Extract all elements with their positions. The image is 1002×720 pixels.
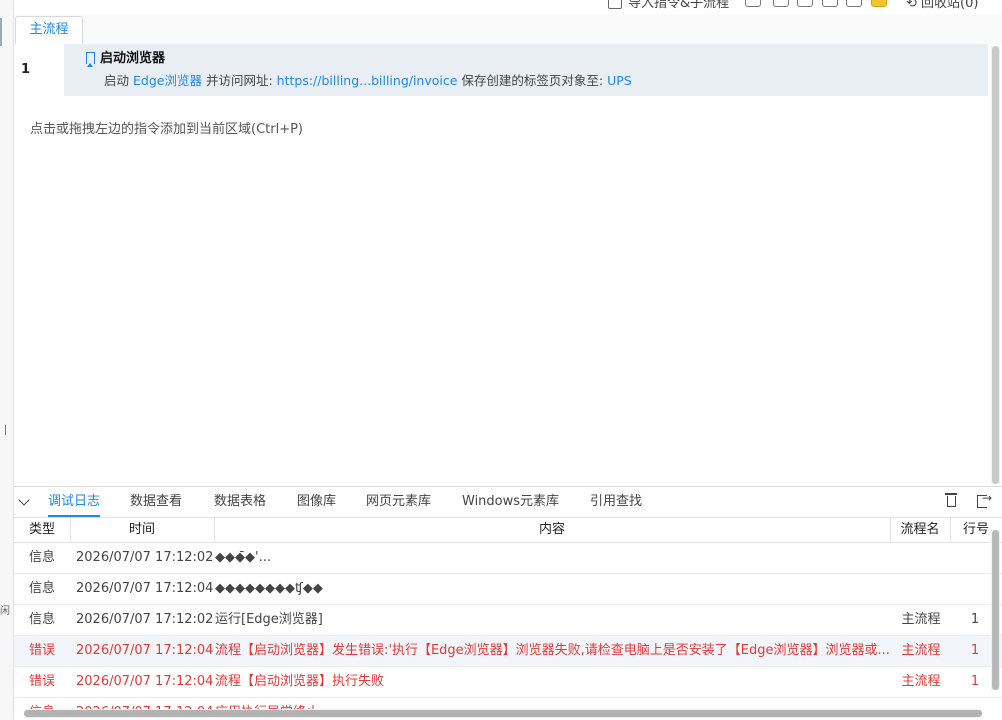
top-toolbar: 导入指令&子流程 ⟲ 回收站(0) xyxy=(14,0,1002,11)
table-row[interactable]: 错误 2026/07/07 17:12:04 流程【启动浏览器】发生错误:'执行… xyxy=(14,636,1002,667)
recycle-icon: ⟲ xyxy=(906,0,922,11)
cell-line: 1 xyxy=(970,612,980,627)
trash-icon[interactable] xyxy=(945,493,957,507)
workflow-scroll-thumb[interactable] xyxy=(992,46,999,484)
import-label: 导入指令&子流程 xyxy=(628,0,730,11)
cell-type: 信息 xyxy=(28,550,55,565)
cell-time: 2026/07/07 17:12:04 xyxy=(76,643,214,658)
tab-reference-search[interactable]: 引用查找 xyxy=(590,487,642,517)
layout-icon[interactable] xyxy=(822,0,838,7)
left-rail: 闲 xyxy=(0,0,14,720)
import-icon xyxy=(608,0,622,9)
variable-param[interactable]: UPS xyxy=(607,73,632,88)
log-vertical-scrollbar[interactable] xyxy=(991,530,1000,690)
cell-content: 流程【启动浏览器】执行失败 xyxy=(215,674,385,689)
desc-mid: 并访问网址: xyxy=(205,73,273,88)
rail-indicator xyxy=(0,18,2,46)
export-icon[interactable] xyxy=(977,491,992,508)
log-vertical-thumb[interactable] xyxy=(992,530,999,690)
log-horizontal-thumb[interactable] xyxy=(24,710,982,717)
cell-time: 2026/07/07 17:12:02 xyxy=(76,550,214,565)
col-type[interactable]: 类型 xyxy=(14,518,71,542)
col-content[interactable]: 内容 xyxy=(214,518,891,542)
settings-icon[interactable] xyxy=(846,0,862,7)
bookmark-icon[interactable] xyxy=(86,52,95,67)
tab-data-table[interactable]: 数据表格 xyxy=(214,487,266,517)
cell-time: 2026/07/07 17:12:04 xyxy=(76,674,214,689)
cell-flow: 主流程 xyxy=(901,612,941,627)
step-title-text: 启动浏览器 xyxy=(100,51,166,66)
desc-prefix: 启动 xyxy=(104,73,130,88)
import-commands-button[interactable]: 导入指令&子流程 xyxy=(608,0,729,11)
table-row[interactable]: 错误 2026/07/07 17:12:04 流程【启动浏览器】执行失败 主流程… xyxy=(14,667,1002,698)
cell-type: 信息 xyxy=(28,612,55,627)
tab-data-view[interactable]: 数据查看 xyxy=(130,487,182,517)
fullscreen-icon[interactable] xyxy=(773,0,789,7)
tab-windows-elements[interactable]: Windows元素库 xyxy=(462,487,559,517)
cell-line xyxy=(959,574,991,604)
cell-content: ◆◆◆◆◆◆◆◆ʧ◆◆ xyxy=(215,581,323,596)
recycle-label: 回收站(0) xyxy=(921,0,979,11)
tab-main-flow[interactable]: 主流程 xyxy=(15,16,83,44)
cell-flow xyxy=(891,574,951,604)
recycle-bin-button[interactable]: ⟲ 回收站(0) xyxy=(906,0,978,11)
log-table: 类型 时间 内容 流程名 行号 信息 2026/07/07 17:12:02 ◆… xyxy=(14,518,1002,720)
cell-content: 流程【启动浏览器】发生错误:'执行【Edge浏览器】浏览器失败,请检查电脑上是否… xyxy=(215,643,890,658)
workflow-canvas[interactable]: 1 启动浏览器 启动 Edge浏览器 并访问网址: https://billin… xyxy=(14,44,1002,486)
desc-save: 保存创建的标签页对象至: xyxy=(461,73,604,88)
col-time[interactable]: 时间 xyxy=(70,518,215,542)
cell-flow xyxy=(891,543,951,573)
step-body: 启动浏览器 启动 Edge浏览器 并访问网址: https://billing.… xyxy=(86,50,978,89)
tab-web-elements[interactable]: 网页元素库 xyxy=(366,487,431,517)
chevron-down-icon[interactable] xyxy=(18,494,30,506)
cell-content: 运行[Edge浏览器] xyxy=(215,612,323,627)
cell-content: ◆◆◆̄◆'... xyxy=(215,550,271,565)
rail-glyph: 闲 xyxy=(0,606,10,617)
step-title: 启动浏览器 xyxy=(86,50,978,68)
cell-flow: 主流程 xyxy=(901,674,941,689)
url-param[interactable]: https://billing...billing/invoice xyxy=(277,73,458,88)
tab-debug-log[interactable]: 调试日志 xyxy=(48,487,100,517)
drop-hint: 点击或拖拽左边的指令添加到当前区域(Ctrl+P) xyxy=(30,122,304,137)
cell-type: 错误 xyxy=(28,643,55,658)
window-icon[interactable] xyxy=(797,0,813,7)
log-table-header: 类型 时间 内容 流程名 行号 xyxy=(14,518,1002,543)
panel-tabs: 调试日志 数据查看 数据表格 图像库 网页元素库 Windows元素库 引用查找 xyxy=(14,487,1002,518)
table-row[interactable]: 信息 2026/07/07 17:12:02 运行[Edge浏览器] 主流程 1 xyxy=(14,605,1002,636)
log-horizontal-scrollbar[interactable] xyxy=(24,709,982,718)
table-row[interactable]: 信息 2026/07/07 17:12:02 ◆◆◆̄◆'... xyxy=(14,543,1002,574)
cell-type: 信息 xyxy=(28,581,55,596)
rail-splitter[interactable] xyxy=(5,425,6,435)
flow-tab-strip: 主流程 xyxy=(14,14,1002,45)
step-description: 启动 Edge浏览器 并访问网址: https://billing...bill… xyxy=(86,70,978,89)
col-flow[interactable]: 流程名 xyxy=(890,518,951,542)
cell-time: 2026/07/07 17:12:02 xyxy=(76,612,214,627)
cell-line: 1 xyxy=(970,674,980,689)
bottom-panel: 调试日志 数据查看 数据表格 图像库 网页元素库 Windows元素库 引用查找… xyxy=(14,486,1002,720)
cell-type: 错误 xyxy=(28,674,55,689)
cell-flow: 主流程 xyxy=(901,643,941,658)
cell-line xyxy=(959,543,991,573)
cell-line: 1 xyxy=(970,643,980,658)
tip-icon[interactable] xyxy=(871,0,887,7)
step-number: 1 xyxy=(14,44,64,96)
workflow-step[interactable]: 1 启动浏览器 启动 Edge浏览器 并访问网址: https://billin… xyxy=(14,44,988,96)
workflow-scrollbar[interactable] xyxy=(991,46,1000,484)
browser-param[interactable]: Edge浏览器 xyxy=(133,73,202,88)
search-icon[interactable] xyxy=(745,0,761,7)
tab-image-library[interactable]: 图像库 xyxy=(297,487,336,517)
table-row[interactable]: 信息 2026/07/07 17:12:04 ◆◆◆◆◆◆◆◆ʧ◆◆ xyxy=(14,574,1002,605)
cell-time: 2026/07/07 17:12:04 xyxy=(76,581,214,596)
